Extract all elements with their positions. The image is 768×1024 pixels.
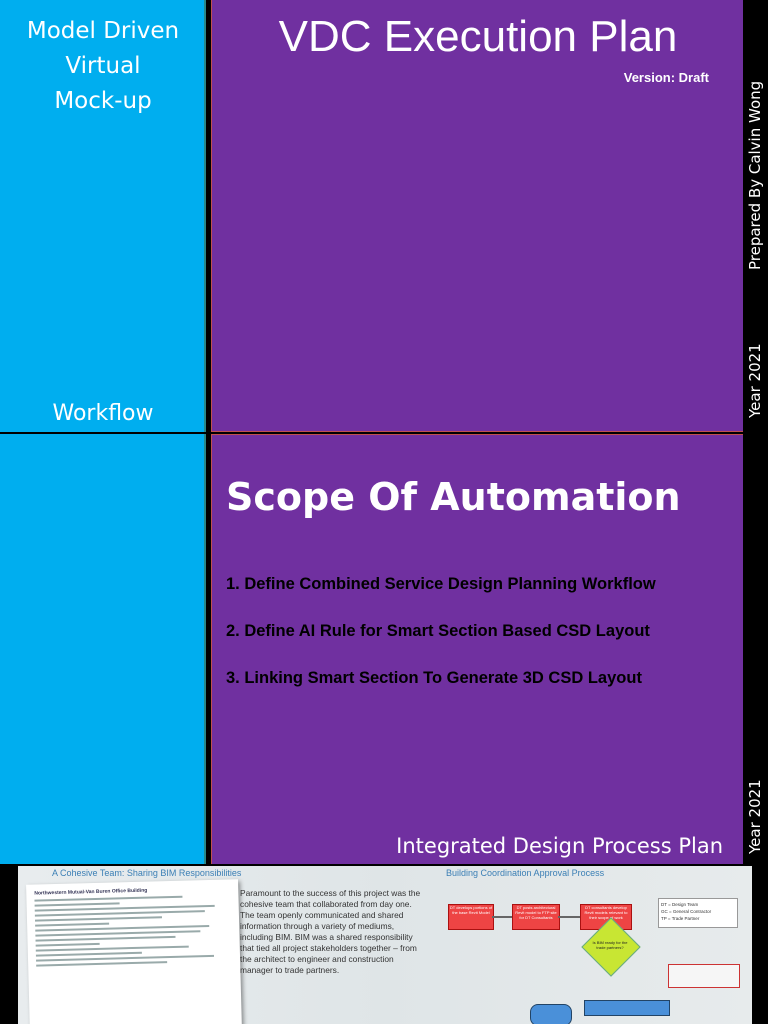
process-plan-label: Integrated Design Process Plan: [396, 834, 723, 858]
flow-legend: DT = Design Team GC = General Contractor…: [658, 898, 738, 928]
document-title: Northwestern Mutual-Van Buren Office Bui…: [34, 887, 148, 897]
flow-box-gc: [530, 1004, 572, 1024]
year-label-top: Year 2021: [746, 343, 764, 418]
meeting-minutes-document: Northwestern Mutual-Van Buren Office Bui…: [26, 879, 242, 1024]
mockup-title-line-1: Model Driven: [26, 18, 180, 44]
flow-box-2: DT posts architectural Revit model to FT…: [512, 904, 560, 930]
mockup-title-line-3: Mock-up: [54, 88, 152, 114]
scope-title: Scope Of Automation: [226, 475, 681, 519]
flow-box-1: DT develops portions of the base Revit M…: [448, 904, 494, 930]
strip-right-heading: Building Coordination Approval Process: [446, 868, 605, 878]
flow-box-tp: [584, 1000, 670, 1016]
workflow-label: Workflow: [52, 401, 154, 426]
scope-list: 1. Define Combined Service Design Planni…: [226, 575, 656, 716]
mockup-title-line-2: Virtual: [65, 53, 141, 79]
left-top-panel: Model Driven Virtual Mock-up Workflow: [0, 0, 206, 432]
scope-item: 3. Linking Smart Section To Generate 3D …: [226, 669, 642, 687]
flow-note-box: [668, 964, 740, 988]
page-title: VDC Execution Plan: [278, 12, 678, 61]
cohesive-team-paragraph: Paramount to the success of this project…: [240, 888, 421, 975]
bim-image-strip: A Cohesive Team: Sharing BIM Responsibil…: [18, 866, 752, 1024]
version-label: Version: Draft: [623, 70, 709, 85]
left-bottom-panel: [0, 434, 206, 864]
mockup-title: Model Driven Virtual Mock-up: [0, 14, 206, 119]
scope-item: 2. Define AI Rule for Smart Section Base…: [226, 622, 650, 640]
scope-item: 1. Define Combined Service Design Planni…: [226, 575, 656, 593]
strip-left-heading: A Cohesive Team: Sharing BIM Responsibil…: [52, 868, 242, 878]
scope-panel: Scope Of Automation 1. Define Combined S…: [211, 434, 743, 864]
prepared-by-label: Prepared By Calvin Wong: [746, 80, 764, 270]
decision-label: Is BIM ready for the trade partners?: [592, 940, 628, 950]
year-label-bottom: Year 2021: [746, 779, 764, 854]
title-panel: VDC Execution Plan Version: Draft: [211, 0, 743, 432]
